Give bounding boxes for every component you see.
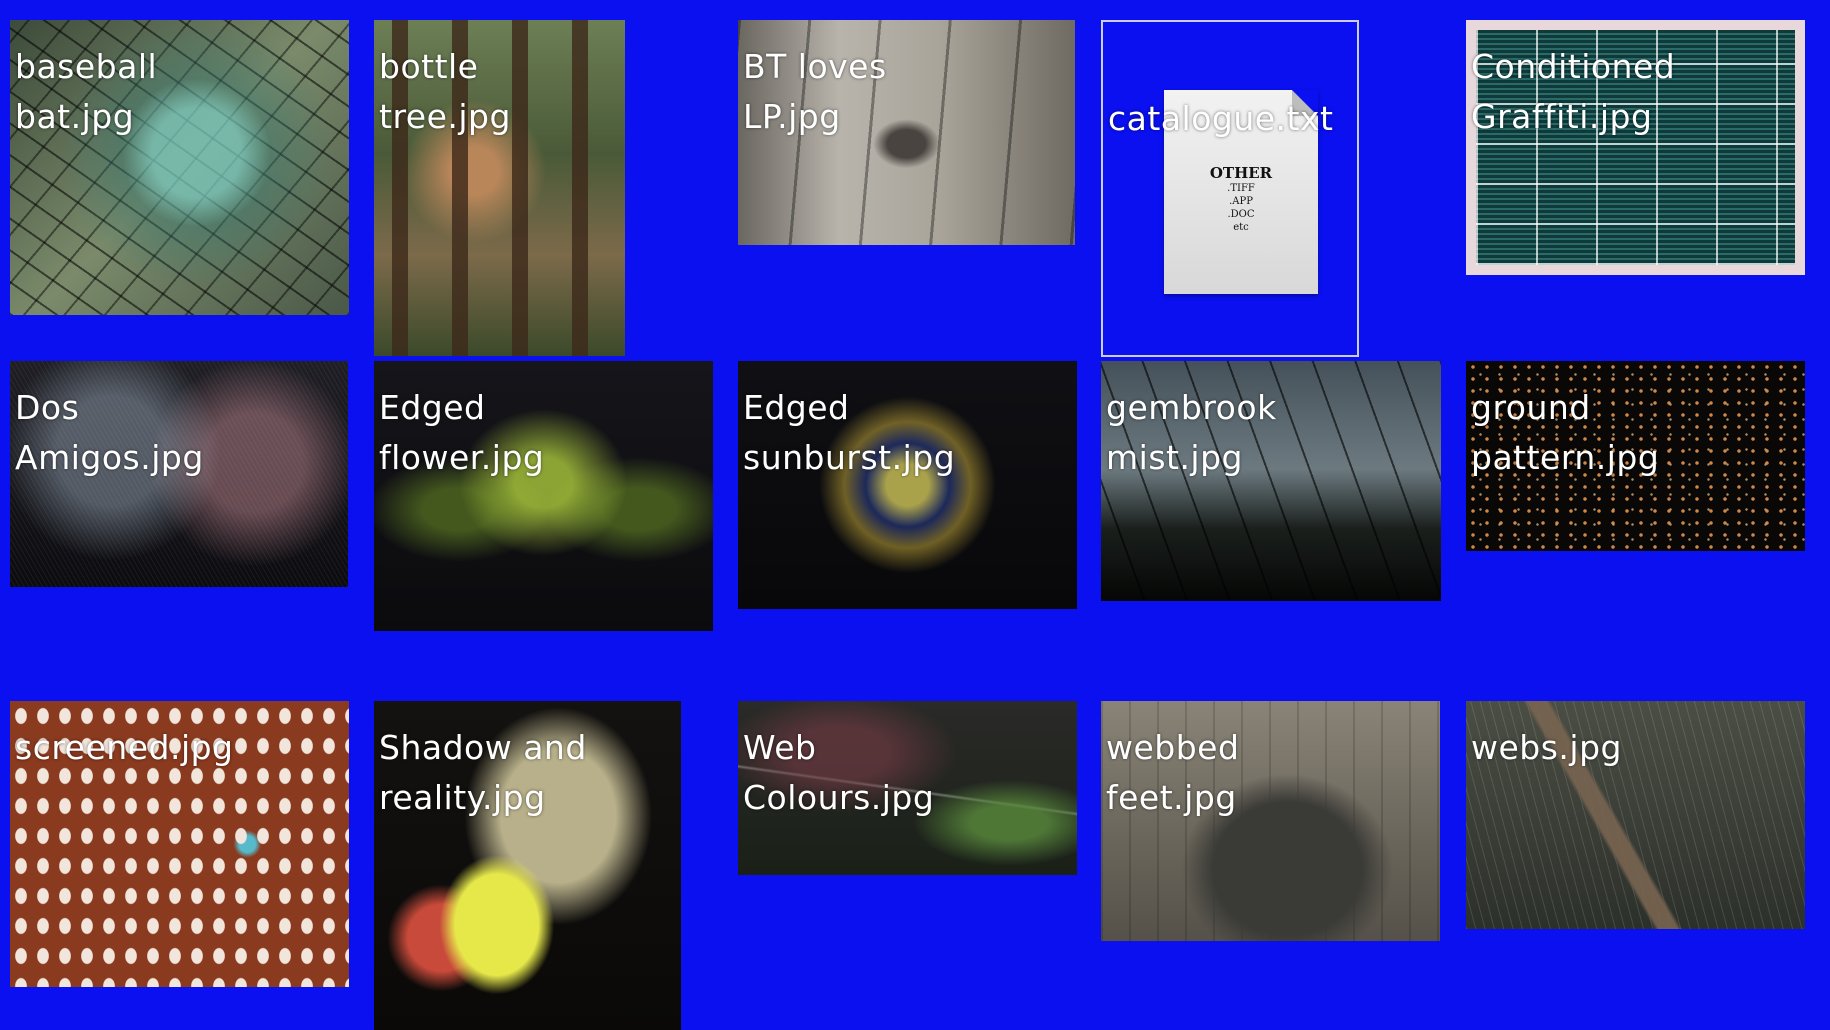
page-fold-corner — [1292, 90, 1318, 116]
file-tile-bt-loves-lp[interactable]: BT loves LP.jpg — [738, 20, 1075, 245]
text-document-icon: OTHER .TIFF .APP .DOC etc — [1164, 90, 1318, 294]
image-thumbnail — [1466, 20, 1805, 275]
file-tile-shadow-and-reality[interactable]: Shadow and reality.jpg — [374, 701, 681, 1030]
file-tile-edged-sunburst[interactable]: Edged sunburst.jpg — [738, 361, 1077, 609]
file-tile-webs[interactable]: webs.jpg — [1466, 701, 1805, 929]
file-tile-baseball-bat[interactable]: baseball bat.jpg — [10, 20, 349, 315]
file-tile-ground-pattern[interactable]: ground pattern.jpg — [1466, 361, 1805, 551]
image-thumbnail — [738, 701, 1077, 875]
image-thumbnail — [374, 361, 713, 631]
image-thumbnail — [374, 701, 681, 1030]
file-tile-webbed-feet[interactable]: webbed feet.jpg — [1101, 701, 1440, 941]
image-thumbnail — [1466, 701, 1805, 929]
file-tile-edged-flower[interactable]: Edged flower.jpg — [374, 361, 713, 631]
file-tile-screened[interactable]: screened.jpg — [10, 701, 349, 987]
file-tile-web-colours[interactable]: Web Colours.jpg — [738, 701, 1077, 875]
file-tile-gembrook-mist[interactable]: gembrook mist.jpg — [1101, 361, 1441, 601]
image-thumbnail — [1101, 701, 1440, 941]
image-thumbnail — [738, 20, 1075, 245]
file-tile-catalogue-txt[interactable]: OTHER .TIFF .APP .DOC etc catalogue.txt — [1101, 20, 1359, 357]
file-tile-bottle-tree[interactable]: bottle tree.jpg — [374, 20, 625, 356]
image-thumbnail — [10, 20, 349, 315]
image-thumbnail — [738, 361, 1077, 609]
image-thumbnail — [1466, 361, 1805, 551]
image-thumbnail — [10, 701, 349, 987]
image-thumbnail — [1101, 361, 1441, 601]
file-tile-conditioned-graffiti[interactable]: Conditioned Graffiti.jpg — [1466, 20, 1805, 275]
image-thumbnail — [374, 20, 625, 356]
document-preview-text: OTHER .TIFF .APP .DOC etc — [1209, 164, 1273, 233]
image-thumbnail — [10, 361, 348, 587]
file-tile-dos-amigos[interactable]: Dos Amigos.jpg — [10, 361, 348, 587]
